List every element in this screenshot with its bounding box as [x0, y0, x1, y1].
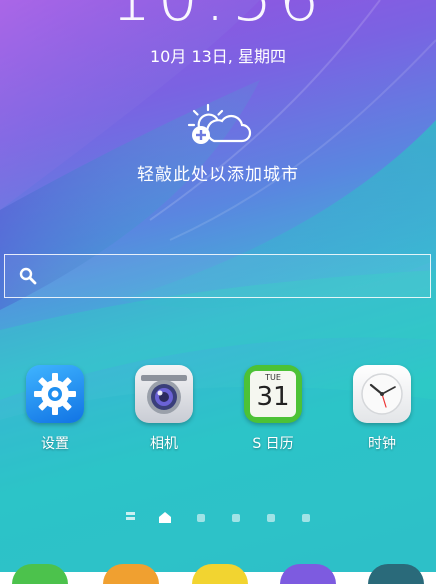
- app-label: 相机: [150, 436, 178, 452]
- page-dot[interactable]: [232, 514, 240, 522]
- clock-date[interactable]: 10月 13日, 星期四: [0, 43, 436, 67]
- app-label: 时钟: [368, 436, 396, 452]
- dock-internet-icon[interactable]: [280, 564, 336, 584]
- app-label: S 日历: [252, 436, 294, 452]
- calendar-icon: TUE 31: [244, 365, 302, 423]
- dock-phone-icon[interactable]: [12, 564, 68, 584]
- app-clock[interactable]: 时钟: [347, 365, 417, 453]
- dock-contacts-icon[interactable]: [103, 564, 159, 584]
- page-dot[interactable]: [267, 514, 275, 522]
- page-dot[interactable]: [197, 514, 205, 522]
- clock-icon: [353, 365, 411, 423]
- app-camera[interactable]: 相机: [129, 365, 199, 453]
- home-page-icon[interactable]: [159, 512, 171, 523]
- weather-add-icon[interactable]: [186, 103, 252, 149]
- calendar-day: 31: [256, 382, 290, 412]
- menu-page-icon[interactable]: [126, 512, 135, 520]
- dock-apps-icon[interactable]: [368, 564, 424, 584]
- calendar-weekday: TUE: [265, 373, 281, 382]
- search-bar[interactable]: [4, 254, 431, 298]
- app-calendar[interactable]: TUE 31 S 日历: [238, 365, 308, 453]
- page-indicator[interactable]: [0, 512, 436, 524]
- settings-gear-icon: [26, 365, 84, 423]
- dock-messages-icon[interactable]: [192, 564, 248, 584]
- weather-add-city-prompt[interactable]: 轻敲此处以添加城市: [0, 160, 436, 185]
- page-dot[interactable]: [302, 514, 310, 522]
- clock-time[interactable]: 10:56: [0, 0, 436, 36]
- app-settings[interactable]: 设置: [20, 365, 90, 453]
- camera-icon: [135, 365, 193, 423]
- app-label: 设置: [41, 436, 69, 452]
- search-icon: [19, 267, 37, 285]
